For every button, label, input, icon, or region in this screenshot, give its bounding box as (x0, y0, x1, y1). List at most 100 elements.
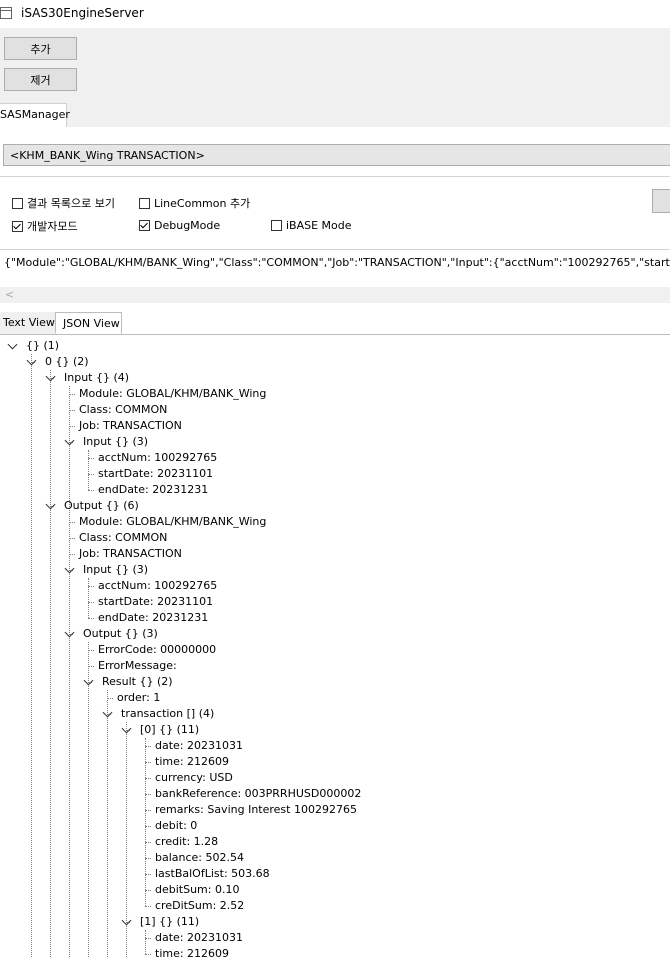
chevron-down-icon[interactable] (64, 435, 75, 446)
tree-node[interactable]: Input {} (3) (83, 562, 148, 578)
tree-node[interactable]: endDate: 20231231 (98, 482, 208, 498)
tree-connector (88, 474, 94, 475)
tree-node[interactable]: endDate: 20231231 (98, 610, 208, 626)
tree-node[interactable]: order: 1 (117, 690, 160, 706)
chevron-down-icon[interactable] (102, 707, 113, 718)
chevron-down-icon[interactable] (26, 355, 37, 366)
tree-node[interactable]: Output {} (6) (64, 498, 139, 514)
tree-connector (69, 538, 75, 539)
tree-node[interactable]: remarks: Saving Interest 100292765 (155, 802, 357, 818)
tree-node[interactable]: time: 212609 (155, 946, 229, 957)
tree-connector (145, 842, 151, 843)
tree-node[interactable]: Job: TRANSACTION (79, 546, 182, 562)
manager-tab-bar (0, 103, 670, 128)
chevron-down-icon[interactable] (64, 563, 75, 574)
tree-connector (69, 522, 75, 523)
tree-node[interactable]: Output {} (3) (83, 626, 158, 642)
app-window-icon (0, 7, 12, 19)
chevron-down-icon[interactable] (83, 675, 94, 686)
tree-node[interactable]: acctNum: 100292765 (98, 578, 217, 594)
tree-node[interactable]: Job: TRANSACTION (79, 418, 182, 434)
checkbox-box (139, 197, 150, 209)
tree-node[interactable]: balance: 502.54 (155, 850, 244, 866)
tree-node[interactable]: lastBalOfList: 503.68 (155, 866, 270, 882)
tree-node[interactable]: 0 {} (2) (45, 354, 89, 370)
tree-node[interactable]: Class: COMMON (79, 402, 167, 418)
checkbox-box (12, 220, 23, 232)
tree-connector (145, 930, 146, 954)
tree-connector (145, 938, 151, 939)
scroll-left-icon[interactable]: < (5, 288, 14, 301)
tree-connector (88, 578, 89, 618)
checkbox-label: 개발자모드 (27, 220, 78, 233)
tree-node[interactable]: date: 20231031 (155, 930, 243, 946)
tree-node[interactable]: Class: COMMON (79, 530, 167, 546)
tree-node[interactable]: [1] {} (11) (140, 914, 199, 930)
tree-node[interactable]: Input {} (4) (64, 370, 129, 386)
transaction-select[interactable]: <KHM_BANK_Wing TRANSACTION> (3, 144, 670, 166)
checkbox-box (139, 220, 150, 231)
dev-mode-checkbox[interactable]: 개발자모드 (12, 218, 78, 234)
tree-connector (107, 698, 113, 699)
tree-connector (88, 586, 94, 587)
tab-sas-manager[interactable]: SASManager (0, 103, 70, 127)
chevron-down-icon[interactable] (121, 723, 132, 734)
tree-node[interactable]: date: 20231031 (155, 738, 243, 754)
checkbox-label: 결과 목록으로 보기 (27, 197, 115, 210)
tree-node[interactable]: ErrorCode: 00000000 (98, 642, 216, 658)
divider (0, 249, 670, 250)
chevron-down-icon[interactable] (45, 499, 56, 510)
tree-node[interactable]: debit: 0 (155, 818, 197, 834)
tree-connector (88, 618, 94, 619)
tree-node[interactable]: transaction [] (4) (121, 706, 214, 722)
tree-node[interactable]: ErrorMessage: (98, 658, 177, 674)
tree-connector (88, 650, 94, 651)
chevron-down-icon[interactable] (7, 339, 18, 350)
checkbox-label: DebugMode (154, 219, 221, 232)
tree-connector (88, 642, 89, 957)
tree-connector (31, 354, 32, 957)
tree-node[interactable]: Module: GLOBAL/KHM/BANK_Wing (79, 514, 266, 530)
result-list-checkbox[interactable]: 결과 목록으로 보기 (12, 195, 115, 211)
tree-connector (107, 690, 108, 957)
tree-connector (145, 810, 151, 811)
tree-node[interactable]: time: 212609 (155, 754, 229, 770)
tree-connector (69, 426, 75, 427)
tree-node[interactable]: currency: USD (155, 770, 233, 786)
tree-connector (145, 890, 151, 891)
line-common-checkbox[interactable]: LineCommon 추가 (139, 195, 250, 211)
tree-node[interactable]: startDate: 20231101 (98, 594, 213, 610)
tab-text-view[interactable]: Text View (0, 312, 55, 334)
tree-node[interactable]: [0] {} (11) (140, 722, 199, 738)
debug-mode-checkbox[interactable]: DebugMode (139, 219, 220, 232)
tree-connector (145, 826, 151, 827)
add-button[interactable]: 추가 (4, 37, 77, 60)
chevron-down-icon[interactable] (121, 915, 132, 926)
side-button[interactable] (652, 189, 670, 213)
tree-connector (145, 738, 146, 906)
horizontal-scrollbar[interactable] (0, 287, 670, 303)
tree-node[interactable]: Result {} (2) (102, 674, 173, 690)
tree-connector (145, 746, 151, 747)
tree-node[interactable]: {} (1) (26, 338, 59, 354)
tree-node[interactable]: Input {} (3) (83, 434, 148, 450)
json-tree-view[interactable]: {} (1) 0 {} (2) Input {} (4) Module: GLOBAL… (0, 335, 670, 957)
tree-node[interactable]: Module: GLOBAL/KHM/BANK_Wing (79, 386, 266, 402)
tree-node[interactable]: creDitSum: 2.52 (155, 898, 244, 914)
tab-json-view[interactable]: JSON View (55, 312, 122, 334)
tree-node[interactable]: credit: 1.28 (155, 834, 218, 850)
chevron-down-icon[interactable] (45, 371, 56, 382)
remove-button[interactable]: 제거 (4, 68, 77, 91)
tree-node[interactable]: startDate: 20231101 (98, 466, 213, 482)
ibase-mode-checkbox[interactable]: iBASE Mode (271, 219, 352, 232)
chevron-down-icon[interactable] (64, 627, 75, 638)
tree-node[interactable]: acctNum: 100292765 (98, 450, 217, 466)
tree-connector (69, 514, 70, 957)
json-text-field[interactable]: {"Module":"GLOBAL/KHM/BANK_Wing","Class"… (4, 256, 670, 269)
tree-node[interactable]: debitSum: 0.10 (155, 882, 239, 898)
tree-connector (69, 410, 75, 411)
checkbox-box (12, 197, 23, 209)
window-title: iSAS30EngineServer (21, 6, 144, 20)
tree-node[interactable]: bankReference: 003PRRHUSD000002 (155, 786, 361, 802)
checkbox-label: iBASE Mode (286, 219, 352, 232)
